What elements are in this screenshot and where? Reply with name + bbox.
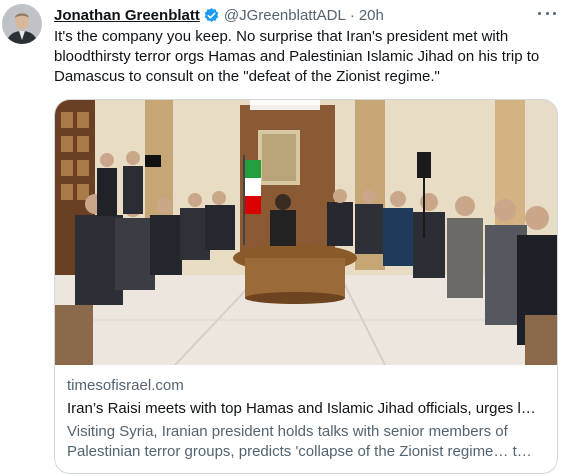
- author-name[interactable]: Jonathan Greenblatt: [54, 7, 200, 24]
- header-separator: ·: [349, 6, 355, 24]
- tweet-timestamp[interactable]: 20h: [359, 7, 384, 24]
- link-card-domain: timesofisrael.com: [67, 377, 184, 394]
- link-card[interactable]: timesofisrael.com Iran’s Raisi meets wit…: [54, 99, 558, 474]
- link-card-description: Visiting Syria, Iranian president holds …: [67, 423, 532, 460]
- tweet-header: Jonathan Greenblatt @JGreenblattADL · 20…: [54, 5, 562, 25]
- link-card-title[interactable]: Iran’s Raisi meets with top Hamas and Is…: [67, 399, 547, 419]
- link-card-meta: timesofisrael.com Iran’s Raisi meets wit…: [67, 376, 547, 462]
- verified-badge-icon: [203, 7, 220, 24]
- author-handle[interactable]: @JGreenblattADL: [224, 7, 346, 24]
- link-card-photo[interactable]: [55, 100, 558, 365]
- author-avatar[interactable]: [2, 4, 42, 44]
- tweet-text: It's the company you keep. No surprise t…: [54, 28, 540, 85]
- more-options-icon[interactable]: [538, 3, 556, 23]
